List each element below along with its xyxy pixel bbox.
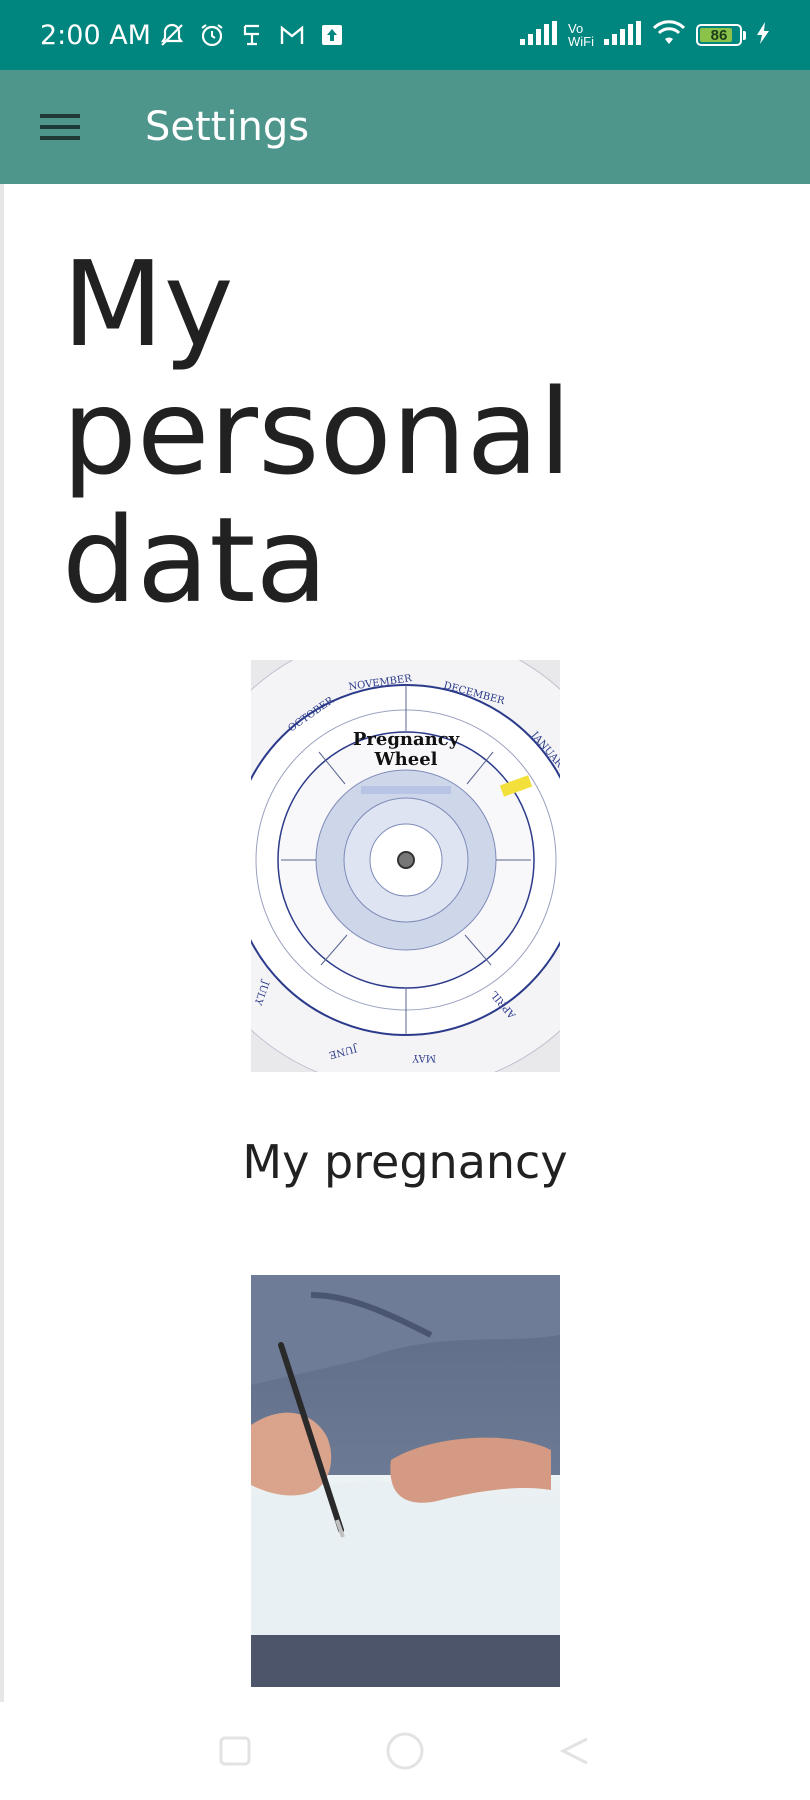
hand-writing-with-pen-photo [251, 1275, 560, 1687]
vowifi-indicator: Vo WiFi [568, 22, 594, 48]
status-left-icons [159, 22, 345, 48]
card-caption-pregnancy[interactable]: My pregnancy [0, 1135, 810, 1189]
page-title: My personal data [62, 235, 572, 629]
battery-cap [743, 30, 746, 40]
wheel-title-line1: Pregnancy [353, 729, 460, 750]
back-icon [559, 1737, 588, 1765]
left-edge-divider [0, 184, 4, 1704]
battery-icon: 86 [696, 24, 742, 46]
pregnancy-wheel-image[interactable]: Pregnancy Wheel OCTOBER NOVEMBER DECEMBE… [251, 660, 560, 1072]
upload-icon [319, 22, 345, 48]
status-right-icons: Vo WiFi 86 [520, 19, 770, 51]
gmail-icon [279, 22, 305, 48]
system-nav-bar [0, 1702, 810, 1800]
recents-icon [219, 1736, 251, 1766]
home-button[interactable] [380, 1726, 430, 1776]
status-time: 2:00 AM [40, 19, 151, 51]
alarm-icon [199, 22, 225, 48]
home-icon [386, 1732, 424, 1770]
app-bar-title: Settings [145, 104, 310, 150]
cellular-signal-2-icon [604, 20, 642, 50]
wheel-title-line2: Wheel [373, 749, 437, 770]
app-bar: Settings [0, 70, 810, 184]
status-bar: 2:00 AM Vo WiFi 86 [0, 0, 810, 70]
wifi-icon [652, 19, 686, 51]
app-notification-icon [239, 22, 265, 48]
hamburger-menu-icon[interactable] [20, 87, 100, 167]
pregnancy-wheel-photo: Pregnancy Wheel OCTOBER NOVEMBER DECEMBE… [251, 660, 560, 1072]
notifications-off-icon [159, 22, 185, 48]
back-button[interactable] [550, 1726, 600, 1776]
vowifi-bottom: WiFi [568, 34, 594, 49]
charging-icon [756, 21, 770, 49]
cellular-signal-icon [520, 20, 558, 50]
battery-level: 86 [710, 26, 728, 44]
recents-button[interactable] [210, 1726, 260, 1776]
personal-documents-image[interactable] [251, 1275, 560, 1687]
wheel-month-5: MAY [412, 1052, 436, 1063]
battery-indicator: 86 [696, 24, 746, 46]
